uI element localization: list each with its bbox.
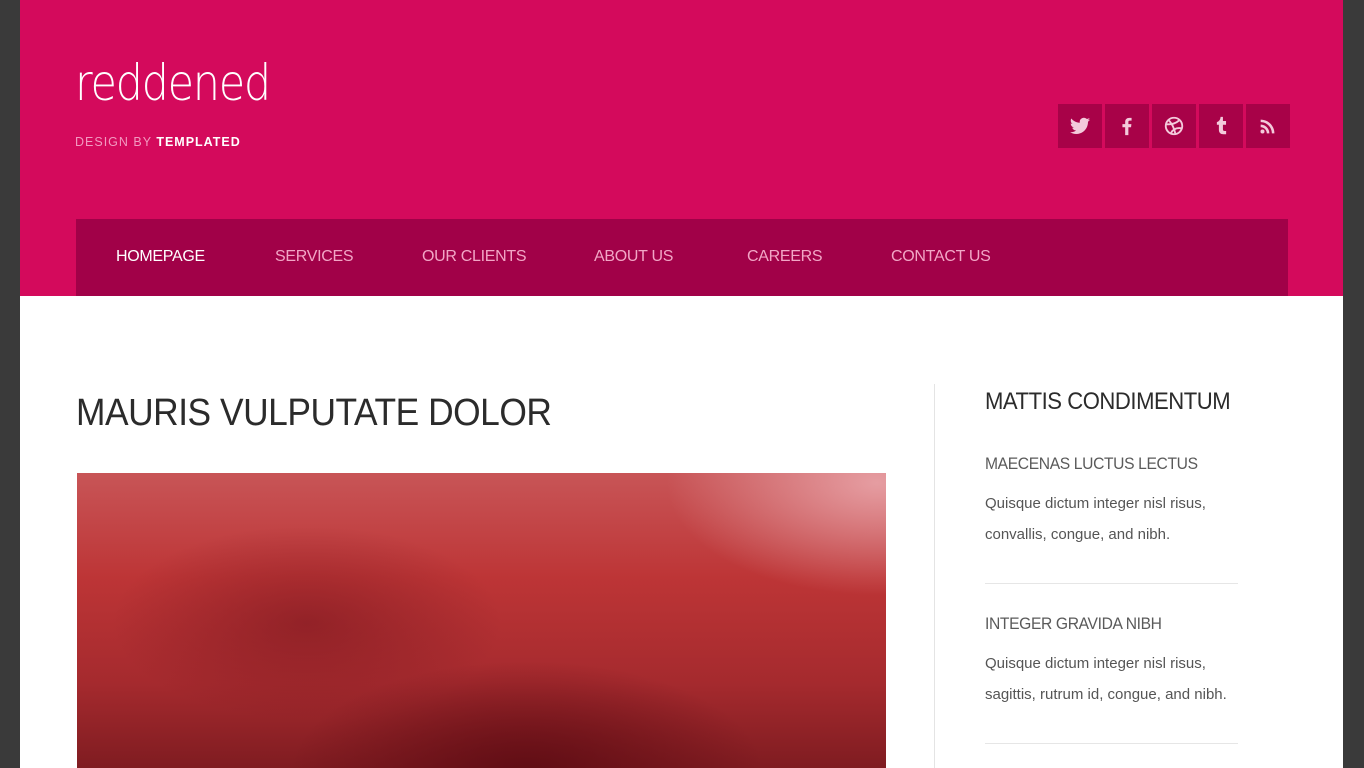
byline-brand[interactable]: TEMPLATED (156, 135, 240, 149)
tumblr-link[interactable] (1199, 104, 1243, 148)
dribbble-icon (1164, 116, 1184, 136)
sidebar-item: INTEGER GRAVIDA NIBH Quisque dictum inte… (985, 614, 1238, 710)
nav-item-contact-us[interactable]: CONTACT US (891, 248, 991, 266)
sidebar-divider (985, 743, 1238, 744)
twitter-icon (1069, 117, 1091, 134)
sidebar-item-text: Quisque dictum integer nisl risus, sagit… (985, 655, 1227, 703)
tumblr-icon (1216, 116, 1227, 135)
main-nav: HOMEPAGE SERVICES OUR CLIENTS ABOUT US C… (76, 219, 1288, 296)
nav-item-homepage[interactable]: HOMEPAGE (116, 248, 205, 266)
nav-item-our-clients[interactable]: OUR CLIENTS (422, 248, 527, 266)
sidebar-divider (985, 583, 1238, 584)
sidebar-item: MAECENAS LUCTUS LECTUS Quisque dictum in… (985, 454, 1238, 550)
rss-icon (1260, 119, 1275, 134)
sidebar-item-title[interactable]: INTEGER GRAVIDA NIBH (985, 614, 1218, 634)
facebook-link[interactable] (1105, 104, 1149, 148)
sidebar-item-text: Quisque dictum integer nisl risus, conva… (985, 495, 1206, 543)
social-links (1058, 104, 1290, 148)
site-logo[interactable]: reddened (75, 58, 271, 108)
nav-item-services[interactable]: SERVICES (275, 248, 354, 266)
sidebar: MATTIS CONDIMENTUM MAECENAS LUCTUS LECTU… (985, 388, 1238, 744)
byline: DESIGN BY TEMPLATED (75, 135, 241, 149)
hero-image (77, 473, 886, 768)
byline-prefix: DESIGN BY (75, 135, 157, 149)
nav-item-careers[interactable]: CAREERS (747, 248, 823, 266)
header: reddened DESIGN BY TEMPLATED HOMEPAGE SE… (20, 0, 1343, 296)
nav-item-about-us[interactable]: ABOUT US (594, 248, 673, 266)
page: reddened DESIGN BY TEMPLATED HOMEPAGE SE… (20, 0, 1343, 768)
rss-link[interactable] (1246, 104, 1290, 148)
column-divider (934, 384, 935, 768)
facebook-icon (1122, 117, 1132, 136)
sidebar-title: MATTIS CONDIMENTUM (985, 388, 1231, 415)
page-title: MAURIS VULPUTATE DOLOR (76, 392, 552, 434)
sidebar-item-title[interactable]: MAECENAS LUCTUS LECTUS (985, 454, 1218, 474)
dribbble-link[interactable] (1152, 104, 1196, 148)
twitter-link[interactable] (1058, 104, 1102, 148)
